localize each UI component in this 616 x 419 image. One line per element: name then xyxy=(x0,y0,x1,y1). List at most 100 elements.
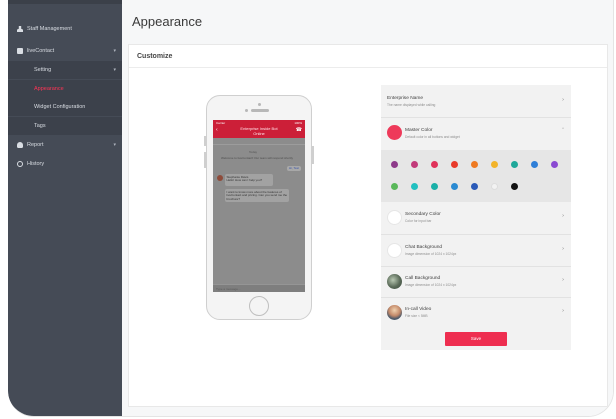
color-swatch[interactable] xyxy=(491,161,498,168)
chat-date: Today xyxy=(249,150,258,154)
main-content: Appearance Customize Carrier 100% ‹ Ente… xyxy=(122,0,613,416)
system-message: Welcome to liveContact! Our team will re… xyxy=(221,156,293,160)
color-swatch[interactable] xyxy=(471,183,478,190)
color-swatch-picker xyxy=(381,150,571,202)
color-swatch[interactable] xyxy=(551,161,558,168)
save-button[interactable]: Save xyxy=(445,332,507,346)
agent-message: Stephanie Davis Hello! How can I help yo… xyxy=(225,174,273,186)
sidebar-item-label: Staff Management xyxy=(27,26,72,32)
sidebar-item-label: History xyxy=(27,161,45,167)
row-description: The name displayed while calling xyxy=(387,103,436,107)
enterprise-name-row[interactable]: Enterprise Name The name displayed while… xyxy=(381,85,571,117)
sidebar-item-tags[interactable]: Tags xyxy=(8,117,122,135)
row-title: Call Background xyxy=(405,276,441,281)
divider xyxy=(213,144,305,145)
phone-button xyxy=(312,146,314,164)
color-swatch[interactable] xyxy=(491,183,498,190)
agent-avatar xyxy=(217,175,223,181)
clock-icon xyxy=(17,161,23,167)
row-title: Chat Background xyxy=(405,245,443,250)
row-title: Secondary Color xyxy=(405,212,441,217)
color-swatch[interactable] xyxy=(511,183,518,190)
report-icon xyxy=(17,142,23,148)
chevron-down-icon: ▾ xyxy=(113,67,116,73)
card-title: Customize xyxy=(137,53,173,60)
chevron-right-icon[interactable]: › xyxy=(562,97,564,103)
chevron-down-icon: ▾ xyxy=(113,48,116,54)
chat-header: ‹ Enterprise Inside Bot Online ☎ xyxy=(213,125,305,138)
sidebar-item-label: Appearance xyxy=(34,86,64,92)
color-swatch[interactable] xyxy=(511,161,518,168)
chevron-down-icon: ▾ xyxy=(113,142,116,148)
chat-background-row[interactable]: Chat Background Image dimension of 1024 … xyxy=(381,235,571,266)
user-icon xyxy=(17,26,23,32)
color-swatch[interactable] xyxy=(471,161,478,168)
sensor-dot xyxy=(245,108,248,112)
row-description: Image dimension of 1024 x 1024px xyxy=(405,283,457,287)
sidebar: Staff Management liveContact ▾ Setting ▾… xyxy=(8,0,122,416)
page-title: Appearance xyxy=(132,14,203,29)
phone-button xyxy=(204,152,206,168)
appearance-settings-panel: Enterprise Name The name displayed while… xyxy=(381,85,571,350)
color-swatch[interactable] xyxy=(411,161,418,168)
phone-button xyxy=(204,136,206,146)
chevron-right-icon[interactable]: › xyxy=(562,308,564,314)
sidebar-item-livecontact[interactable]: liveContact ▾ xyxy=(8,42,122,60)
row-description: Image dimension of 1024 x 1024px xyxy=(405,252,457,256)
call-background-preview xyxy=(387,274,402,289)
row-description: File size < 5MB xyxy=(405,314,428,318)
chevron-right-icon[interactable]: › xyxy=(562,246,564,252)
chat-background-preview xyxy=(387,243,402,258)
home-button xyxy=(249,296,269,316)
sidebar-item-history[interactable]: History xyxy=(8,155,122,173)
color-swatch[interactable] xyxy=(431,161,438,168)
color-swatch[interactable] xyxy=(451,183,458,190)
row-title: Master Color xyxy=(405,128,433,133)
customize-card: Customize Carrier 100% ‹ Enterprise Insi… xyxy=(128,44,608,407)
back-arrow-icon[interactable]: ‹ xyxy=(216,128,218,133)
phone-call-icon[interactable]: ☎ xyxy=(296,128,302,133)
sidebar-item-label: liveContact xyxy=(27,48,55,54)
chevron-up-icon[interactable]: ˆ xyxy=(562,128,564,134)
color-swatch[interactable] xyxy=(391,161,398,168)
sidebar-topbar xyxy=(8,0,122,4)
color-swatch[interactable] xyxy=(391,183,398,190)
sidebar-item-widget-configuration[interactable]: Widget Configuration xyxy=(8,98,122,116)
color-swatch[interactable] xyxy=(431,183,438,190)
carrier-label: Carrier xyxy=(216,120,226,125)
divider xyxy=(129,67,607,68)
chevron-right-icon[interactable]: › xyxy=(562,277,564,283)
master-color-preview xyxy=(387,125,402,140)
master-color-row[interactable]: Master Color Default color in all button… xyxy=(381,118,571,150)
sidebar-item-label: Setting xyxy=(34,67,52,73)
speaker-grille xyxy=(251,109,269,112)
sidebar-item-setting[interactable]: Setting ▾ xyxy=(8,61,122,79)
color-swatch[interactable] xyxy=(531,161,538,168)
color-swatch[interactable] xyxy=(411,183,418,190)
camera-icon xyxy=(258,103,261,106)
row-title: Enterprise Name xyxy=(387,96,423,101)
secondary-color-preview xyxy=(387,210,402,225)
call-background-row[interactable]: Call Background Image dimension of 1024 … xyxy=(381,267,571,297)
row-description: Color for input bar xyxy=(405,219,432,223)
sidebar-item-appearance[interactable]: Appearance xyxy=(8,80,122,98)
sidebar-item-label: Tags xyxy=(34,123,46,129)
color-swatch[interactable] xyxy=(451,161,458,168)
row-description: Default color in all buttons and widget xyxy=(405,135,460,139)
secondary-color-row[interactable]: Secondary Color Color for input bar › xyxy=(381,202,571,234)
message-input[interactable]: Type a message... xyxy=(213,284,305,292)
app-frame: Staff Management liveContact ▾ Setting ▾… xyxy=(8,0,614,417)
chat-header-status: Online xyxy=(253,130,265,136)
sidebar-item-staff-management[interactable]: Staff Management xyxy=(8,20,122,38)
sidebar-item-label: Report xyxy=(27,142,44,148)
row-title: In-call Video xyxy=(405,307,432,312)
user-message: Hi, Test xyxy=(287,166,301,171)
phone-screen: Carrier 100% ‹ Enterprise Inside Bot Onl… xyxy=(213,120,305,292)
in-call-video-preview xyxy=(387,305,402,320)
chevron-right-icon[interactable]: › xyxy=(562,213,564,219)
chat-icon xyxy=(17,48,23,54)
sidebar-item-report[interactable]: Report ▾ xyxy=(8,136,122,154)
in-call-video-row[interactable]: In-call Video File size < 5MB › xyxy=(381,298,571,328)
battery-label: 100% xyxy=(294,120,302,125)
sidebar-item-label: Widget Configuration xyxy=(34,104,86,110)
